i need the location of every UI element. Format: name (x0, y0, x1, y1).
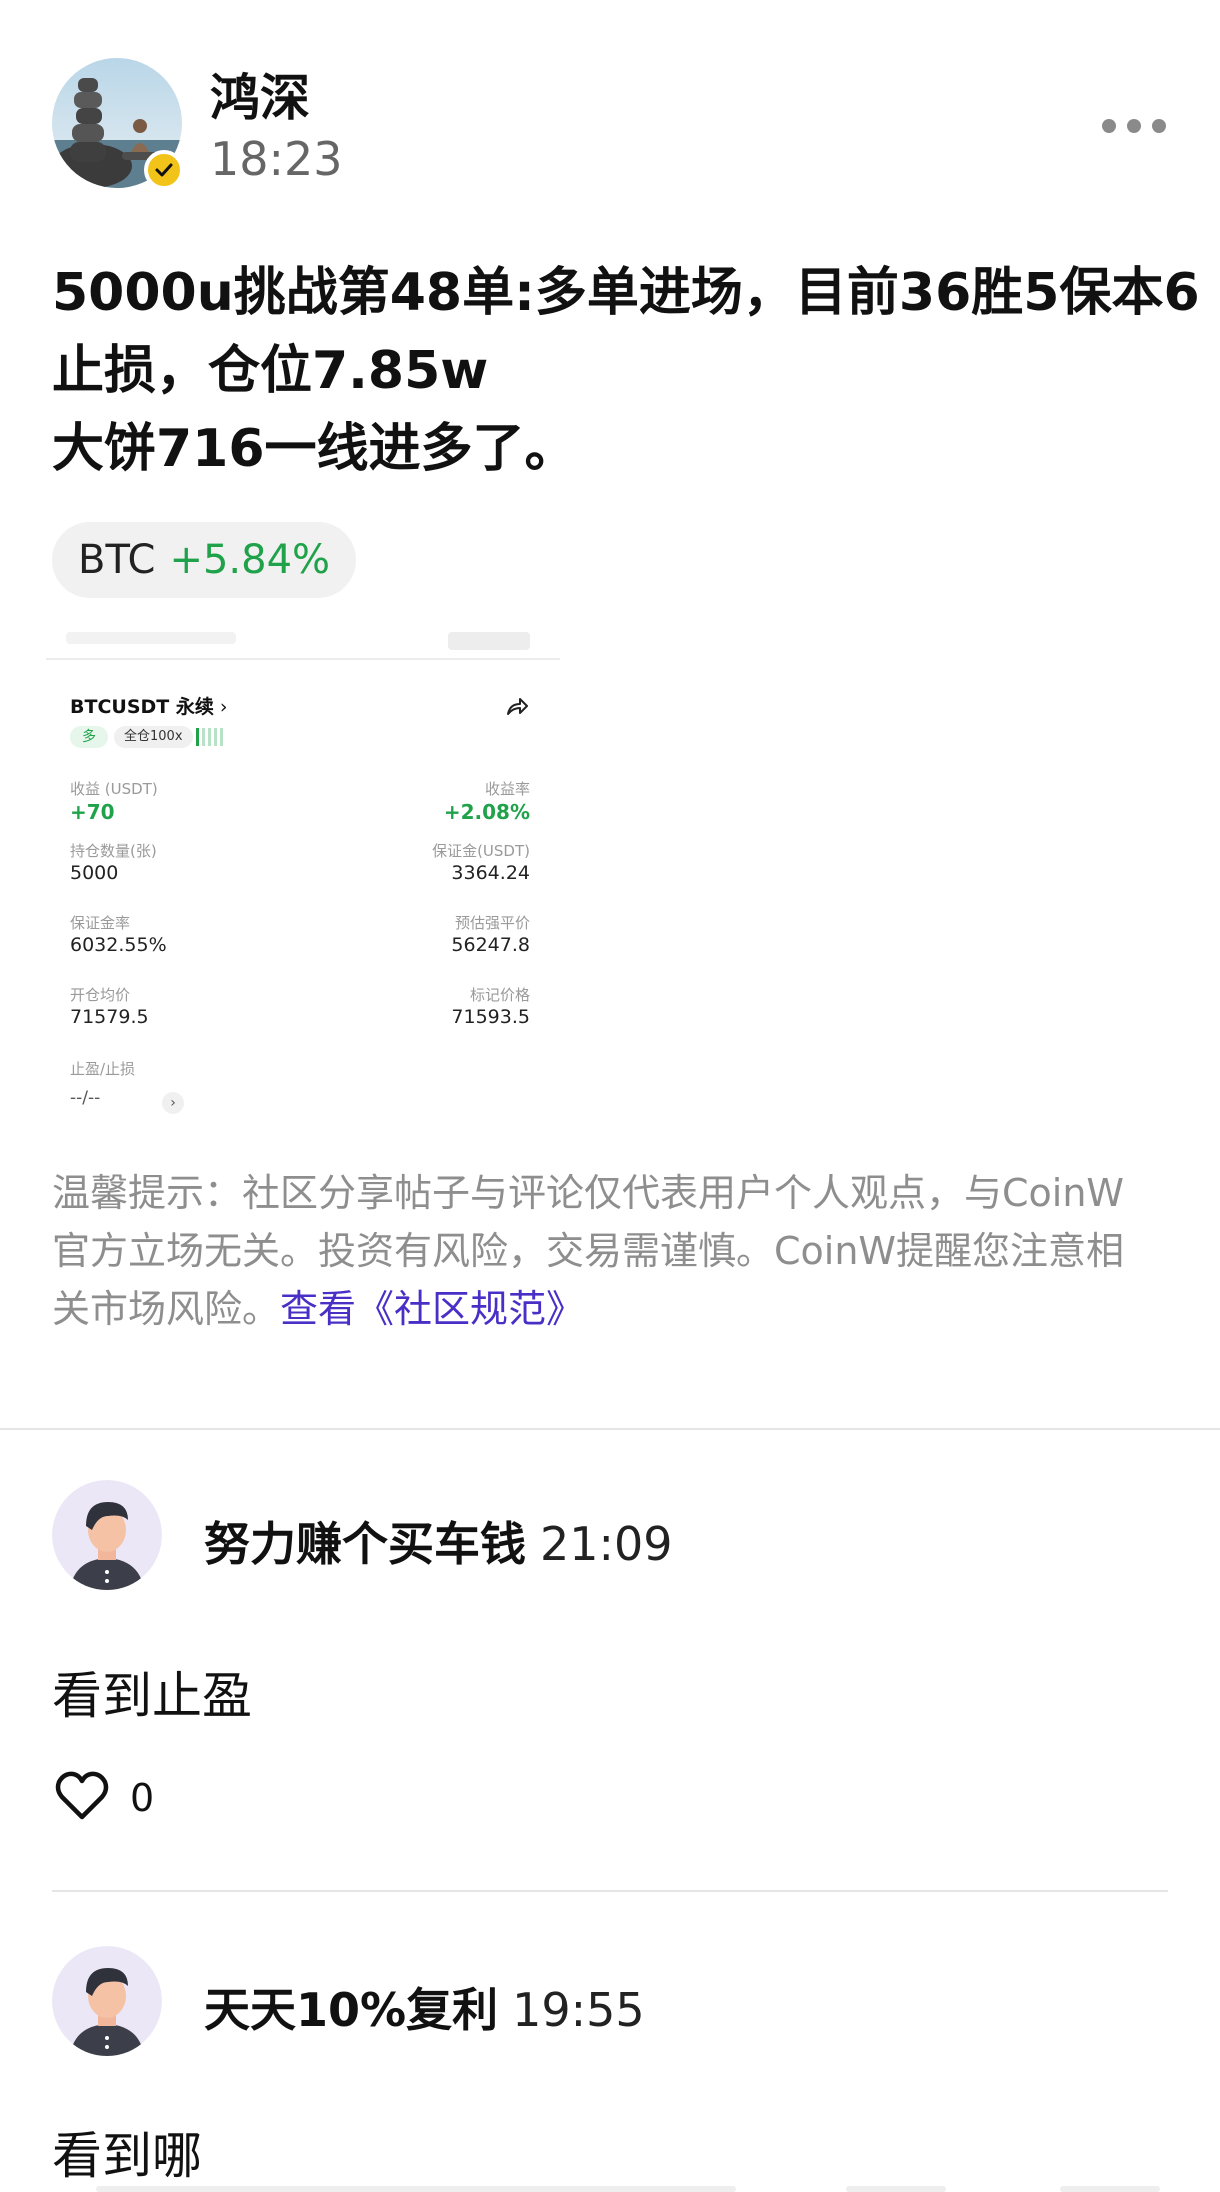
roe-value: +2.08% (443, 800, 530, 824)
entry-price-label: 开仓均价 (70, 986, 131, 1004)
comment-text: 看到止盈 (52, 1667, 252, 1725)
comment-header: 努力赚个买车钱 21:09 (204, 1508, 673, 1574)
faded-header-text (66, 632, 236, 644)
disclaimer-line: 温馨提示：社区分享帖子与评论仅代表用户个人观点，与CoinW (52, 1171, 1124, 1215)
tpsl-label: 止盈/止损 (70, 1060, 136, 1078)
cut-off-content (1060, 2186, 1160, 2192)
disclaimer-line: 官方立场无关。投资有风险，交易需谨慎。CoinW提醒您注意相 (52, 1229, 1124, 1273)
margin-rate-label: 保证金率 (70, 914, 131, 932)
comment-text: 看到哪 (52, 2127, 202, 2185)
leverage-bars-icon (196, 728, 224, 746)
trade-pair-label: BTCUSDT 永续 (70, 696, 214, 718)
mark-price-label: 标记价格 (469, 986, 530, 1004)
side-badge: 多 (70, 726, 108, 748)
comment-avatar[interactable] (52, 1946, 162, 2056)
heart-icon[interactable] (54, 1770, 110, 1822)
margin-label: 保证金(USDT) (432, 842, 530, 860)
margin-value: 3364.24 (451, 862, 530, 884)
trade-card-image[interactable]: BTCUSDT 永续 › 多 全仓100x 收益 (USDT) +70 收益率 +… (46, 630, 560, 1120)
entry-price-value: 71579.5 (70, 1006, 149, 1028)
chevron-right-icon: › (162, 1092, 184, 1114)
post-detail-page: 鸿深 18:23 5000u挑战第48单:多单进场，目前36胜5保本6 止损，仓… (0, 0, 1220, 2192)
ticker-change: +5.84% (169, 537, 331, 583)
comment-username[interactable]: 天天10%复利 (204, 1983, 498, 2037)
more-dots-icon[interactable] (1102, 112, 1166, 140)
trade-pair: BTCUSDT 永续 › (70, 692, 227, 719)
post-line: 大饼716一线进多了。 (52, 419, 577, 479)
cut-off-content (96, 2186, 736, 2192)
faded-header-button (448, 632, 530, 650)
qty-label: 持仓数量(张) (70, 842, 157, 860)
verified-badge-icon (144, 150, 184, 190)
post-content: 5000u挑战第48单:多单进场，目前36胜5保本6 止损，仓位7.85w 大饼… (52, 254, 1200, 488)
qty-value: 5000 (70, 862, 119, 884)
margin-rate-value: 6032.55% (70, 934, 167, 956)
comment-header: 天天10%复利 19:55 (204, 1974, 645, 2040)
disclaimer-line: 关市场风险。 (52, 1287, 281, 1331)
chevron-right-icon: › (219, 696, 228, 718)
margin-mode-badge: 全仓100x (114, 726, 193, 748)
cut-off-content (846, 2186, 946, 2192)
comment-avatar[interactable] (52, 1480, 162, 1590)
section-divider (0, 1428, 1220, 1430)
author-name[interactable]: 鸿深 (210, 58, 310, 130)
liq-price-value: 56247.8 (451, 934, 530, 956)
ticker-chip[interactable]: BTC +5.84% (52, 522, 356, 598)
comment-time: 19:55 (512, 1983, 645, 2037)
community-rules-link[interactable]: 查看《社区规范》 (280, 1287, 584, 1331)
post-line: 5000u挑战第48单:多单进场，目前36胜5保本6 (52, 263, 1200, 323)
comment-time: 21:09 (540, 1517, 673, 1571)
divider (46, 658, 560, 660)
post-line: 止损，仓位7.85w (52, 341, 489, 401)
liq-price-label: 预估强平价 (454, 914, 530, 932)
pnl-label: 收益 (USDT) (70, 780, 158, 798)
share-icon (504, 694, 530, 720)
disclaimer: 温馨提示：社区分享帖子与评论仅代表用户个人观点，与CoinW 官方立场无关。投资… (52, 1164, 1182, 1338)
comment-divider (52, 1890, 1168, 1892)
ticker-symbol: BTC (78, 537, 156, 583)
mark-price-value: 71593.5 (451, 1006, 530, 1028)
roe-label: 收益率 (484, 780, 530, 798)
like-count: 0 (130, 1776, 155, 1820)
post-time: 18:23 (210, 132, 343, 186)
pnl-value: +70 (70, 800, 115, 824)
comment-username[interactable]: 努力赚个买车钱 (204, 1517, 526, 1571)
tpsl-value: --/-- (70, 1088, 101, 1108)
